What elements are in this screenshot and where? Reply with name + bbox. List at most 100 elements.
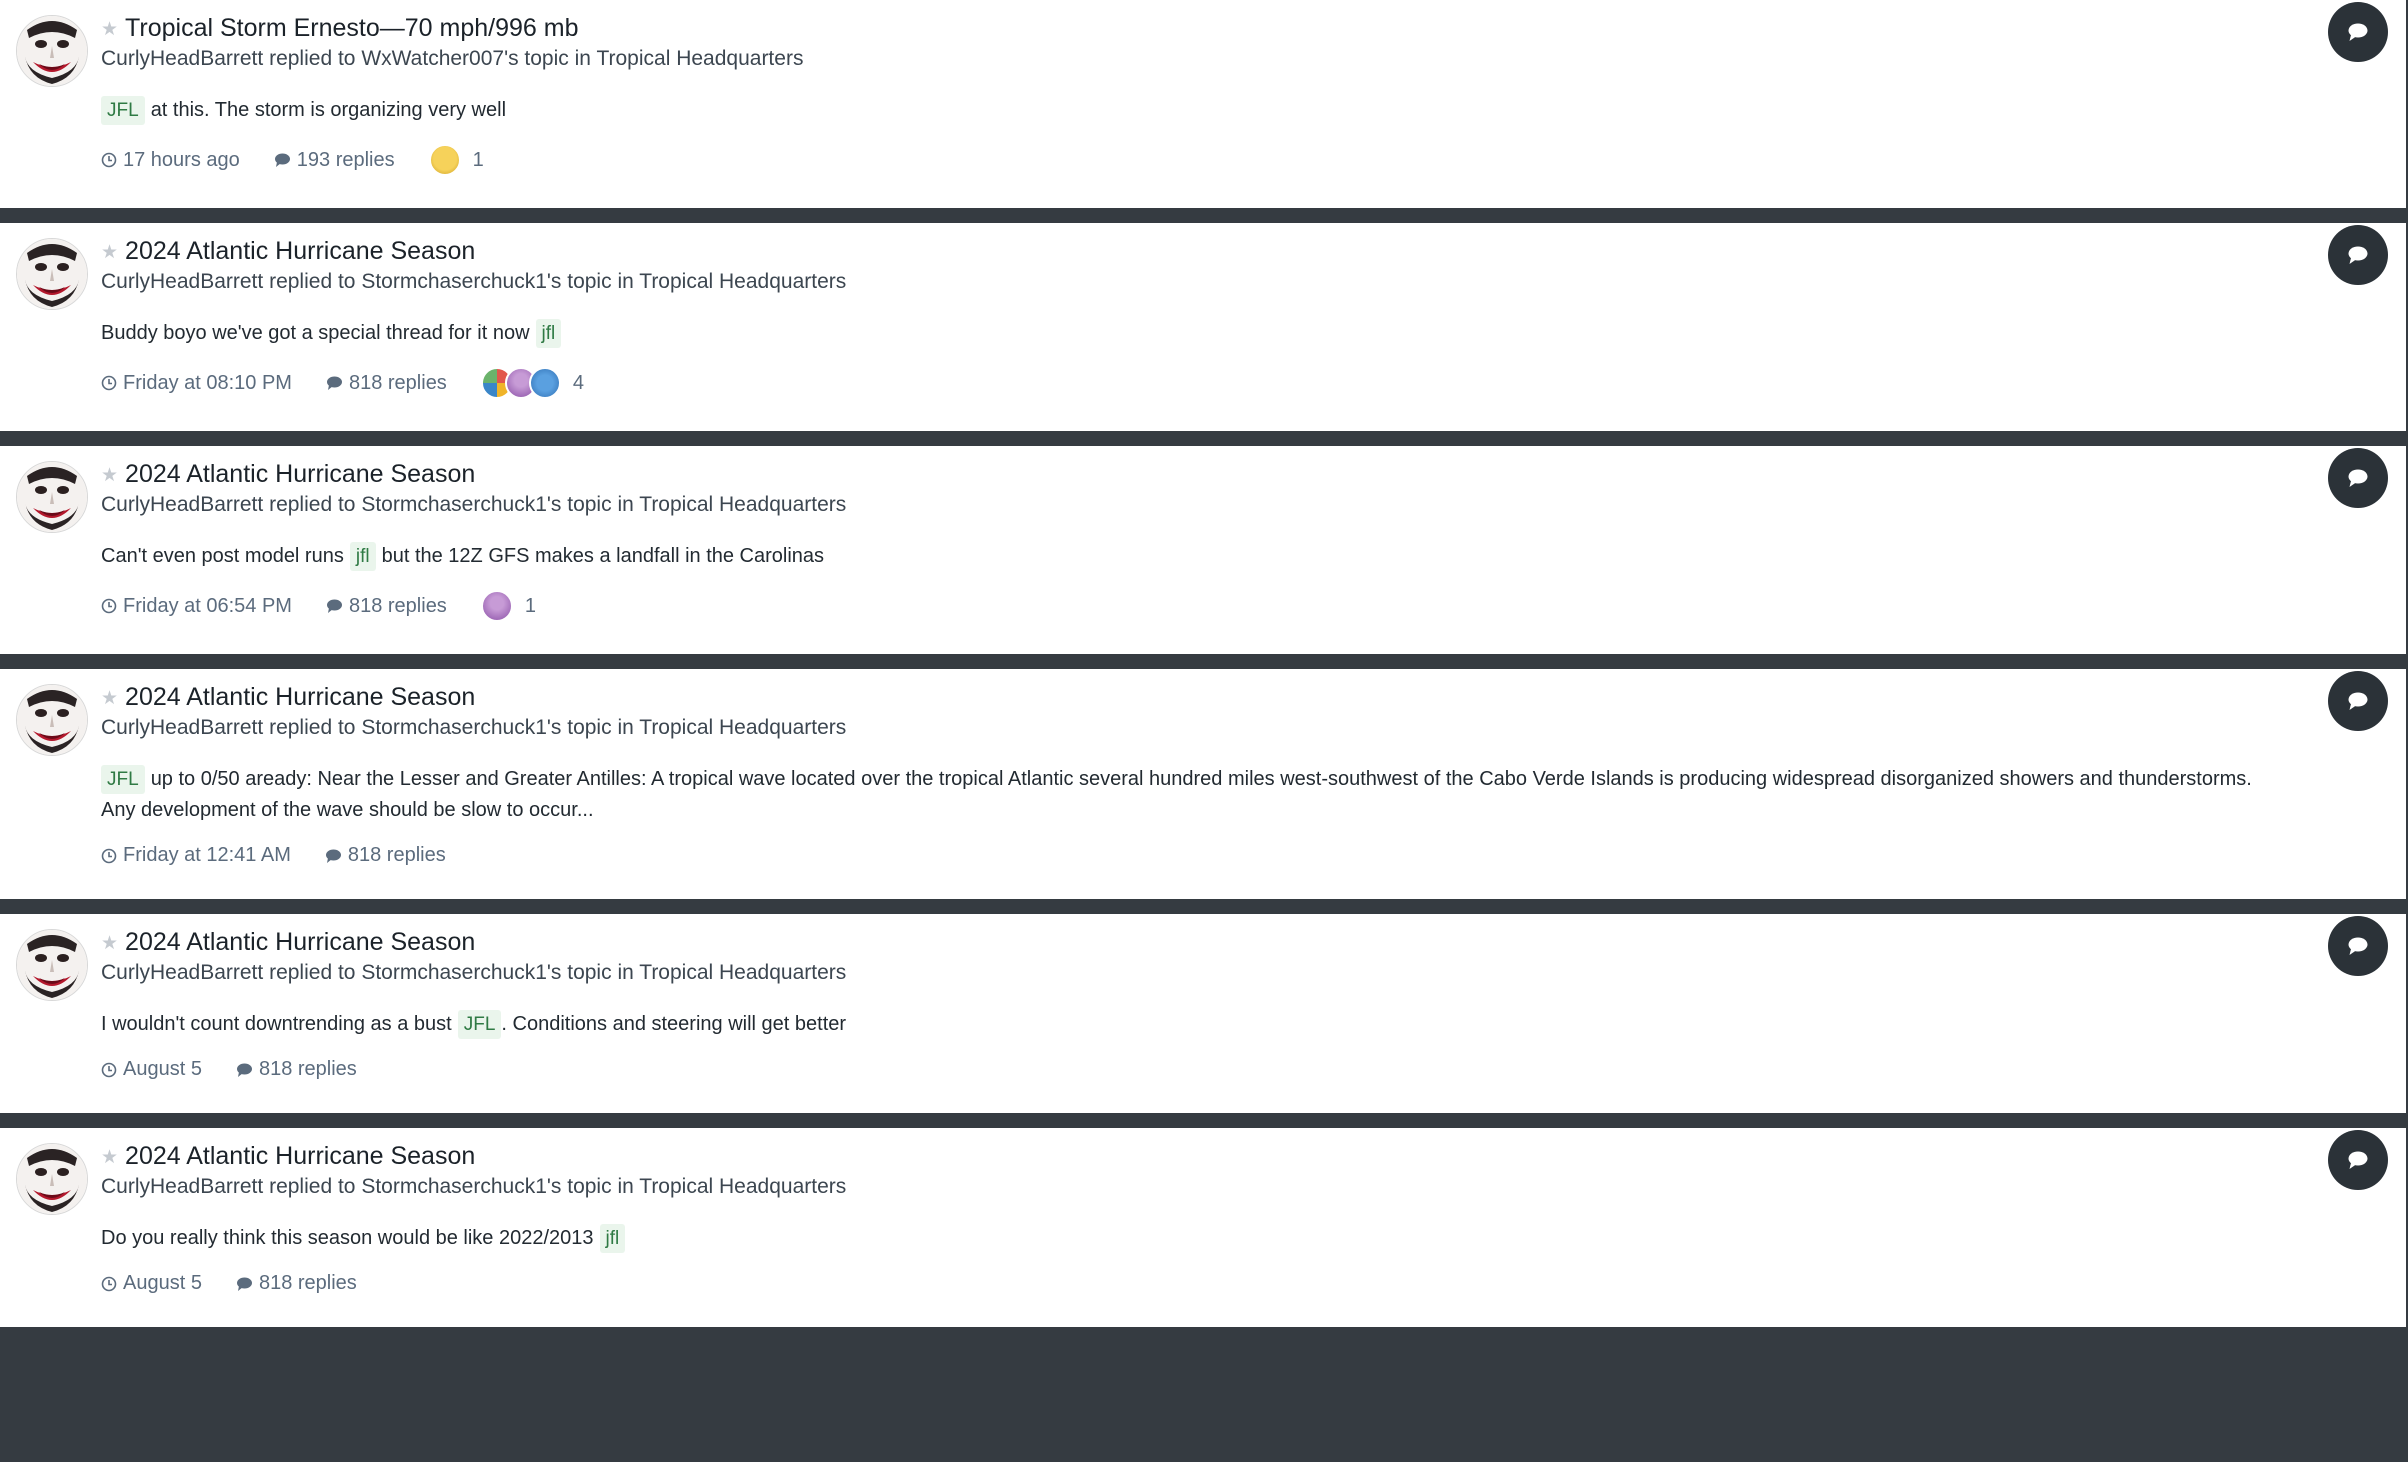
reactions[interactable]: 4: [480, 367, 584, 399]
timestamp[interactable]: 17 hours ago: [101, 149, 240, 172]
topic-title[interactable]: 2024 Atlantic Hurricane Season: [125, 928, 475, 957]
comment-icon: [236, 1063, 252, 1077]
replies-count[interactable]: 193 replies: [274, 149, 395, 172]
comment-icon: [2348, 246, 2368, 264]
author-link[interactable]: CurlyHeadBarrett: [101, 47, 263, 70]
emoji-tag: JFL: [457, 1010, 502, 1039]
reaction-count: 1: [524, 594, 536, 617]
timestamp[interactable]: August 5: [101, 1058, 202, 1081]
post-snippet: Can't even post model runs jfl but the 12Z…: [101, 541, 2286, 572]
clock-icon: [101, 152, 117, 168]
activity-item: ★ 2024 Atlantic Hurricane Season CurlyHe…: [0, 1128, 2406, 1327]
forum-link[interactable]: Tropical Headquarters: [596, 47, 803, 70]
reactions[interactable]: 1: [480, 590, 536, 622]
clock-icon: [101, 1062, 117, 1077]
post-stats: 17 hours ago 193 replies 1: [101, 144, 2286, 208]
activity-meta: CurlyHeadBarrett replied to Stormchaserc…: [101, 714, 2286, 742]
replies-count[interactable]: 818 replies: [326, 595, 447, 618]
clock-icon: [101, 1276, 117, 1291]
forum-link[interactable]: Tropical Headquarters: [639, 1175, 846, 1198]
timestamp-text: 17 hours ago: [123, 148, 240, 171]
replies-text: 818 replies: [347, 844, 446, 866]
replies-count[interactable]: 818 replies: [236, 1272, 357, 1295]
reply-button[interactable]: [2328, 225, 2388, 285]
action-text: replied to: [269, 270, 356, 293]
author-link[interactable]: CurlyHeadBarrett: [101, 961, 263, 984]
author-link[interactable]: CurlyHeadBarrett: [101, 270, 263, 293]
comment-icon: [2348, 23, 2368, 41]
topic-owner-link[interactable]: Stormchaserchuck1's topic: [361, 270, 611, 293]
topic-title[interactable]: 2024 Atlantic Hurricane Season: [125, 460, 475, 489]
replies-count[interactable]: 818 replies: [325, 844, 446, 867]
snippet-before: Do you really think this season would be…: [101, 1227, 594, 1249]
in-text: in: [574, 47, 591, 70]
emoji-tag: jfl: [349, 542, 376, 571]
reply-button[interactable]: [2328, 2, 2388, 62]
heart-reaction-icon: [528, 367, 561, 399]
star-icon[interactable]: ★: [101, 934, 118, 953]
timestamp-text: Friday at 06:54 PM: [123, 594, 292, 617]
post-stats: August 5 818 replies: [101, 1058, 2286, 1113]
author-link[interactable]: CurlyHeadBarrett: [101, 493, 263, 516]
post-stats: August 5 818 replies: [101, 1272, 2286, 1327]
in-text: in: [617, 1175, 634, 1198]
replies-count[interactable]: 818 replies: [326, 372, 447, 395]
forum-link[interactable]: Tropical Headquarters: [639, 716, 846, 739]
avatar[interactable]: [16, 461, 88, 533]
author-link[interactable]: CurlyHeadBarrett: [101, 1175, 263, 1198]
timestamp[interactable]: Friday at 08:10 PM: [101, 372, 292, 395]
reply-button[interactable]: [2328, 1130, 2388, 1190]
activity-item: ★ Tropical Storm Ernesto—70 mph/996 mb C…: [0, 0, 2406, 208]
reactions[interactable]: 1: [428, 144, 484, 176]
activity-meta: CurlyHeadBarrett replied to Stormchaserc…: [101, 268, 2286, 296]
reply-button[interactable]: [2328, 671, 2388, 731]
avatar[interactable]: [16, 238, 88, 310]
avatar[interactable]: [16, 929, 88, 1001]
emoji-tag: jfl: [599, 1224, 626, 1253]
star-icon[interactable]: ★: [101, 243, 118, 262]
replies-text: 818 replies: [348, 371, 447, 394]
reply-button[interactable]: [2328, 916, 2388, 976]
snippet-after: up to 0/50 aready: Near the Lesser and G…: [101, 768, 2252, 821]
in-text: in: [617, 493, 634, 516]
emoji-tag: jfl: [535, 319, 562, 348]
clock-icon: [101, 375, 117, 391]
topic-title[interactable]: 2024 Atlantic Hurricane Season: [125, 237, 475, 266]
star-icon[interactable]: ★: [101, 689, 118, 708]
reply-button[interactable]: [2328, 448, 2388, 508]
topic-title[interactable]: 2024 Atlantic Hurricane Season: [125, 683, 475, 712]
timestamp[interactable]: August 5: [101, 1272, 202, 1295]
timestamp-text: Friday at 08:10 PM: [123, 371, 292, 394]
avatar[interactable]: [16, 15, 88, 87]
comment-icon: [2348, 469, 2368, 487]
action-text: replied to: [269, 716, 356, 739]
forum-link[interactable]: Tropical Headquarters: [639, 270, 846, 293]
replies-count[interactable]: 818 replies: [236, 1058, 357, 1081]
topic-owner-link[interactable]: Stormchaserchuck1's topic: [361, 493, 611, 516]
replies-text: 818 replies: [348, 594, 447, 617]
topic-title[interactable]: Tropical Storm Ernesto—70 mph/996 mb: [125, 14, 578, 43]
topic-owner-link[interactable]: WxWatcher007's topic: [361, 47, 568, 70]
author-link[interactable]: CurlyHeadBarrett: [101, 716, 263, 739]
action-text: replied to: [269, 47, 356, 70]
topic-owner-link[interactable]: Stormchaserchuck1's topic: [361, 961, 611, 984]
topic-owner-link[interactable]: Stormchaserchuck1's topic: [361, 716, 611, 739]
timestamp[interactable]: Friday at 06:54 PM: [101, 595, 292, 618]
activity-meta: CurlyHeadBarrett replied to Stormchaserc…: [101, 491, 2286, 519]
avatar[interactable]: [16, 684, 88, 756]
star-icon[interactable]: ★: [101, 466, 118, 485]
comment-icon: [326, 599, 342, 613]
star-icon[interactable]: ★: [101, 1148, 118, 1167]
star-icon[interactable]: ★: [101, 20, 118, 39]
replies-text: 193 replies: [296, 148, 395, 171]
forum-link[interactable]: Tropical Headquarters: [639, 493, 846, 516]
timestamp[interactable]: Friday at 12:41 AM: [101, 844, 291, 867]
topic-owner-link[interactable]: Stormchaserchuck1's topic: [361, 1175, 611, 1198]
clock-icon: [101, 848, 117, 863]
comment-icon: [325, 849, 341, 863]
forum-link[interactable]: Tropical Headquarters: [639, 961, 846, 984]
topic-title[interactable]: 2024 Atlantic Hurricane Season: [125, 1142, 475, 1171]
avatar[interactable]: [16, 1143, 88, 1215]
comment-icon: [274, 153, 290, 167]
activity-item: ★ 2024 Atlantic Hurricane Season CurlyHe…: [0, 223, 2406, 431]
